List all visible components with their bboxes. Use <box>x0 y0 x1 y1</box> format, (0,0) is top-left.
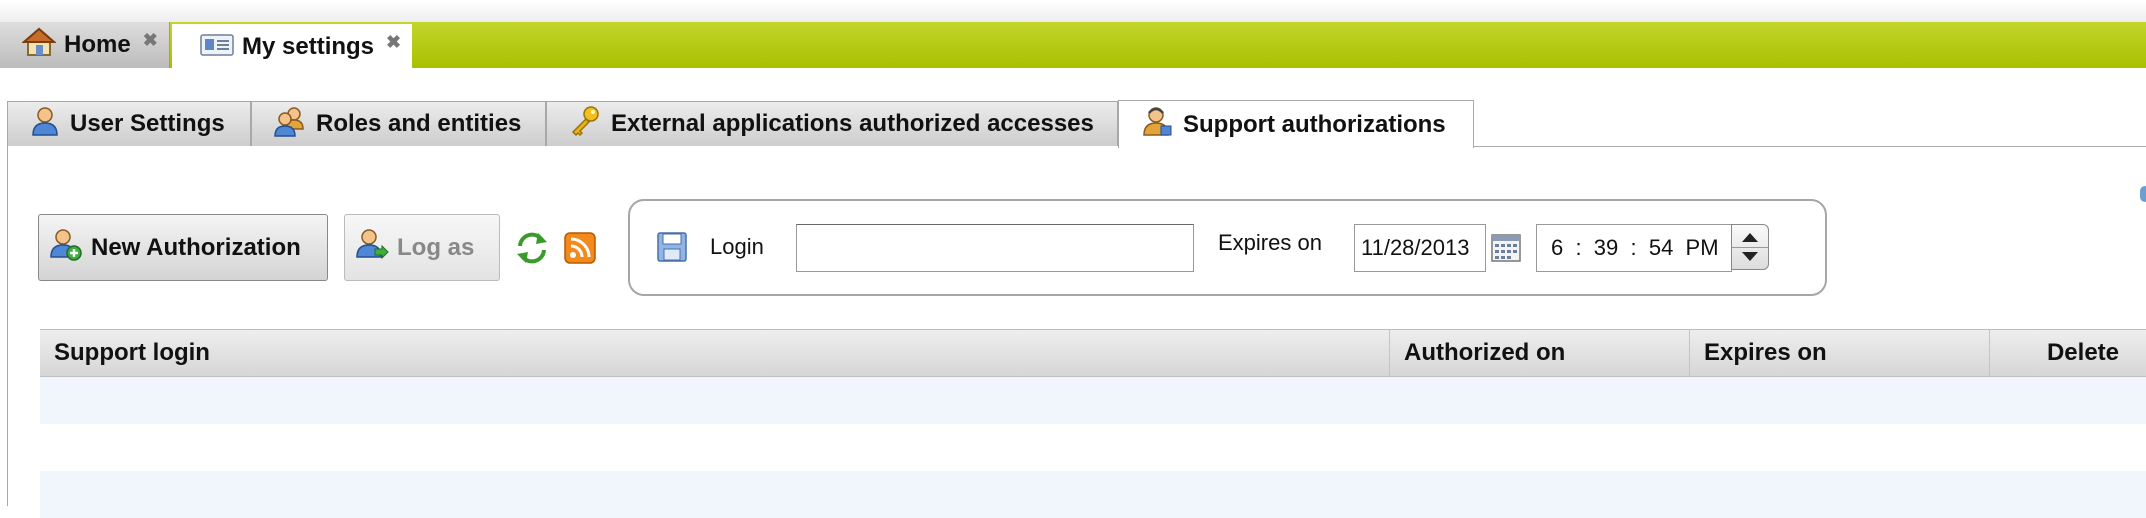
column-expires-on[interactable]: Expires on <box>1690 330 1990 376</box>
new-authorization-button[interactable]: New Authorization <box>38 214 328 281</box>
close-icon[interactable]: ✖ <box>143 30 158 51</box>
expiry-date-value: 11/28/2013 <box>1361 235 1470 260</box>
table-row[interactable] <box>40 424 2146 471</box>
tab-support-label: Support authorizations <box>1183 110 1446 138</box>
new-authorization-label: New Authorization <box>91 233 301 261</box>
table-header: Support login Authorized on Expires on D… <box>40 329 2146 377</box>
login-label: Login <box>710 234 764 259</box>
table-row[interactable] <box>40 377 2146 424</box>
window-top <box>0 0 2146 22</box>
login-input[interactable] <box>796 224 1194 272</box>
tab-home-label: Home <box>64 31 131 58</box>
support-user-icon <box>1141 105 1173 144</box>
column-delete[interactable]: Delete <box>1990 330 2146 376</box>
tab-home[interactable]: Home ✖ <box>0 22 170 68</box>
tab-user-settings[interactable]: User Settings <box>7 101 251 146</box>
expiry-time-value: 6 : 39 : 54 PM <box>1551 235 1719 260</box>
table-row[interactable] <box>40 471 2146 518</box>
tab-roles-label: Roles and entities <box>316 110 522 137</box>
refresh-icon[interactable] <box>514 230 550 271</box>
column-support-login[interactable]: Support login <box>40 330 1390 376</box>
key-icon <box>569 105 601 144</box>
tab-roles-entities[interactable]: Roles and entities <box>251 101 546 146</box>
contact-card-icon <box>200 32 234 63</box>
user-icon <box>30 105 60 144</box>
column-authorized-on[interactable]: Authorized on <box>1390 330 1690 376</box>
expires-on-label: Expires on <box>1218 230 1322 255</box>
spinner-down-icon[interactable] <box>1742 252 1758 261</box>
spinner-divider <box>1732 247 1768 248</box>
tab-strip-line <box>1473 146 2146 147</box>
user-add-icon <box>49 227 83 268</box>
user-login-icon <box>355 227 389 268</box>
tab-external-label: External applications authorized accesse… <box>611 110 1094 137</box>
rss-icon[interactable] <box>564 232 596 269</box>
users-icon <box>274 105 306 144</box>
tab-my-settings[interactable]: My settings ✖ <box>172 24 412 70</box>
save-icon[interactable] <box>656 231 688 268</box>
calendar-icon[interactable] <box>1491 234 1521 267</box>
tab-my-settings-label: My settings <box>242 33 375 60</box>
tab-external-apps[interactable]: External applications authorized accesse… <box>546 101 1118 146</box>
tab-support-authorizations[interactable]: Support authorizations <box>1118 100 1474 148</box>
time-spinner[interactable] <box>1731 224 1769 270</box>
scroll-indicator <box>2140 186 2146 202</box>
authorizations-table: Support login Authorized on Expires on D… <box>40 329 2146 518</box>
expiry-date-field[interactable]: 11/28/2013 <box>1354 224 1486 272</box>
log-as-label: Log as <box>397 233 475 261</box>
log-as-button[interactable]: Log as <box>344 214 500 281</box>
spinner-up-icon[interactable] <box>1742 233 1758 242</box>
tab-user-settings-label: User Settings <box>70 110 225 137</box>
home-icon <box>21 27 57 64</box>
close-icon[interactable]: ✖ <box>386 32 401 53</box>
expiry-time-field[interactable]: 6 : 39 : 54 PM <box>1536 224 1732 272</box>
